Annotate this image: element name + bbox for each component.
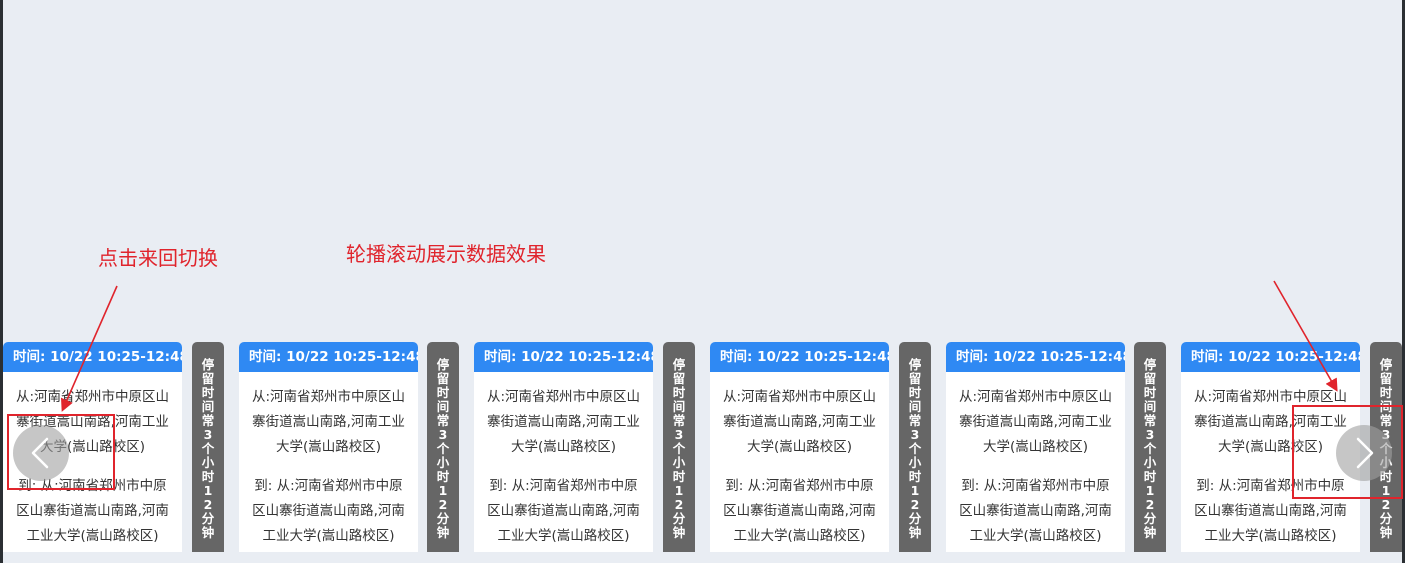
card-from: 从:河南省郑州市中原区山寨街道嵩山南路,河南工业大学(嵩山路校区): [722, 389, 877, 455]
card-from: 从:河南省郑州市中原区山寨街道嵩山南路,河南工业大学(嵩山路校区): [486, 389, 641, 455]
stay-duration-tab: 停留时间常3个小时12分钟: [1134, 342, 1166, 552]
stay-duration-text: 停留时间常3个小时12分钟: [1143, 357, 1157, 540]
highlight-box-next: [1292, 405, 1403, 499]
card-time: 时间: 10/22 10:25-12:48: [474, 342, 653, 372]
card-time: 时间: 10/22 10:25-12:48: [946, 342, 1125, 372]
card-time: 时间: 10/22 10:25-12:48: [1181, 342, 1360, 372]
app-canvas: 点击来回切换 轮播滚动展示数据效果 时间: 10/22 10:25-12:48 …: [3, 0, 1403, 563]
card-time: 时间: 10/22 10:25-12:48: [3, 342, 182, 372]
stay-duration-text: 停留时间常3个小时12分钟: [908, 357, 922, 540]
trip-card[interactable]: 时间: 10/22 10:25-12:48 从:河南省郑州市中原区山寨街道嵩山南…: [946, 342, 1125, 552]
stay-duration-tab: 停留时间常3个小时12分钟: [899, 342, 931, 552]
trip-card[interactable]: 时间: 10/22 10:25-12:48 从:河南省郑州市中原区山寨街道嵩山南…: [239, 342, 418, 552]
annotation-carousel-label: 轮播滚动展示数据效果: [346, 242, 546, 266]
trip-card[interactable]: 时间: 10/22 10:25-12:48 从:河南省郑州市中原区山寨街道嵩山南…: [710, 342, 889, 552]
stay-duration-tab: 停留时间常3个小时12分钟: [192, 342, 224, 552]
card-time: 时间: 10/22 10:25-12:48: [239, 342, 418, 372]
card-to: 到: 从:河南省郑州市中原区山寨街道嵩山南路,河南工业大学(嵩山路校区): [487, 478, 640, 544]
stay-duration-text: 停留时间常3个小时12分钟: [201, 357, 215, 540]
trip-card[interactable]: 时间: 10/22 10:25-12:48 从:河南省郑州市中原区山寨街道嵩山南…: [474, 342, 653, 552]
card-to: 到: 从:河南省郑州市中原区山寨街道嵩山南路,河南工业大学(嵩山路校区): [723, 478, 876, 544]
card-to: 到: 从:河南省郑州市中原区山寨街道嵩山南路,河南工业大学(嵩山路校区): [959, 478, 1112, 544]
stay-duration-tab: 停留时间常3个小时12分钟: [427, 342, 459, 552]
carousel-track: 时间: 10/22 10:25-12:48 从:河南省郑州市中原区山寨街道嵩山南…: [3, 342, 1402, 552]
stay-duration-text: 停留时间常3个小时12分钟: [672, 357, 686, 540]
stay-duration-text: 停留时间常3个小时12分钟: [436, 357, 450, 540]
annotation-toggle-label: 点击来回切换: [98, 246, 218, 270]
card-from: 从:河南省郑州市中原区山寨街道嵩山南路,河南工业大学(嵩山路校区): [958, 389, 1113, 455]
card-time: 时间: 10/22 10:25-12:48: [710, 342, 889, 372]
stay-duration-tab: 停留时间常3个小时12分钟: [663, 342, 695, 552]
card-from: 从:河南省郑州市中原区山寨街道嵩山南路,河南工业大学(嵩山路校区): [251, 389, 406, 455]
card-to: 到: 从:河南省郑州市中原区山寨街道嵩山南路,河南工业大学(嵩山路校区): [252, 478, 405, 544]
highlight-box-prev: [7, 414, 115, 490]
